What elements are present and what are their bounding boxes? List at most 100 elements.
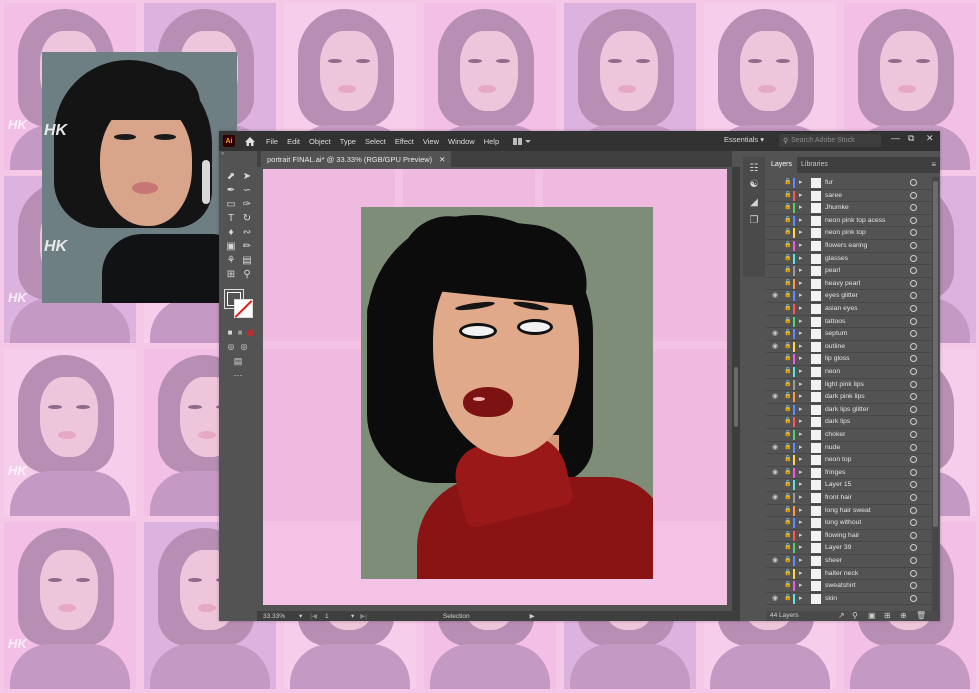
menu-help[interactable]: Help	[484, 137, 499, 146]
expand-arrow-icon[interactable]: ▸	[799, 241, 803, 251]
stock-search-input[interactable]: ⚲ Search Adobe Stock	[779, 134, 881, 147]
lock-icon[interactable]: 🔒	[784, 343, 791, 350]
locate-object-icon[interactable]: ⚲	[852, 611, 858, 621]
layer-row[interactable]: ◉ 🔒 ▸ eyes glitter	[766, 290, 932, 303]
layer-row[interactable]: 🔒 ▸ light pink lips	[766, 379, 932, 392]
layer-name[interactable]: outline	[825, 342, 845, 352]
none-mode-icon[interactable]: ▦	[244, 327, 256, 339]
layer-row[interactable]: ◉ 🔒 ▸ front hair	[766, 492, 932, 505]
symbol-sprayer-tool-icon[interactable]: ⚘	[225, 255, 237, 267]
expand-arrow-icon[interactable]: ▸	[799, 317, 803, 327]
canvas-vertical-scrollbar[interactable]	[732, 167, 740, 611]
lock-icon[interactable]: 🔒	[784, 381, 791, 388]
target-circle-icon[interactable]	[910, 443, 917, 451]
layer-name[interactable]: front hair	[825, 493, 852, 503]
visibility-eye-icon[interactable]	[772, 355, 780, 363]
target-circle-icon[interactable]	[910, 216, 917, 224]
target-circle-icon[interactable]	[910, 279, 917, 287]
layer-name[interactable]: asian eyes	[825, 304, 858, 314]
layer-row[interactable]: 🔒 ▸ halter neck	[766, 568, 932, 581]
next-artboard-icon[interactable]: ▶|	[360, 612, 367, 620]
layer-row[interactable]: 🔒 ▸ glasses	[766, 253, 932, 266]
expand-arrow-icon[interactable]: ▸	[799, 178, 803, 188]
layer-row[interactable]: 🔒 ▸ fur	[766, 177, 932, 190]
target-circle-icon[interactable]	[910, 519, 917, 527]
visibility-eye-icon[interactable]	[772, 381, 780, 389]
visibility-eye-icon[interactable]	[772, 456, 780, 464]
visibility-eye-icon[interactable]	[772, 570, 780, 578]
lock-icon[interactable]: 🔒	[784, 292, 791, 299]
expand-arrow-icon[interactable]: ▸	[799, 291, 803, 301]
expand-arrow-icon[interactable]: ▸	[799, 506, 803, 516]
layer-row[interactable]: 🔒 ▸ neon	[766, 366, 932, 379]
workspace-switcher[interactable]: Essentials ▾	[724, 135, 764, 144]
pen-tool-icon[interactable]: ✒	[225, 185, 237, 197]
lock-icon[interactable]: 🔒	[784, 204, 791, 211]
visibility-eye-icon[interactable]	[772, 368, 780, 376]
eyedropper-tool-icon[interactable]: ✏	[241, 241, 253, 253]
layer-row[interactable]: 🔒 ▸ Layer 39	[766, 542, 932, 555]
target-circle-icon[interactable]	[910, 242, 917, 249]
restore-button[interactable]: ⧉	[908, 133, 914, 144]
expand-arrow-icon[interactable]: ▸	[799, 203, 803, 213]
layers-panel-icon[interactable]: ◢	[748, 197, 760, 209]
lock-icon[interactable]: 🔒	[784, 456, 791, 463]
layer-name[interactable]: flowers earing	[825, 241, 867, 251]
visibility-eye-icon[interactable]	[772, 242, 780, 250]
layer-row[interactable]: 🔒 ▸ choker	[766, 429, 932, 442]
layer-name[interactable]: choker	[825, 430, 845, 440]
expand-arrow-icon[interactable]: ▸	[799, 493, 803, 503]
target-circle-icon[interactable]	[910, 330, 917, 338]
visibility-eye-icon[interactable]	[772, 582, 780, 590]
zoom-field[interactable]: 33.33%	[257, 613, 299, 620]
minimize-button[interactable]: —	[891, 133, 900, 143]
visibility-eye-icon[interactable]	[772, 318, 780, 326]
expand-arrow-icon[interactable]: ▸	[799, 342, 803, 352]
layer-name[interactable]: saree	[825, 191, 842, 201]
curvature-tool-icon[interactable]: ∽	[241, 185, 253, 197]
lock-icon[interactable]: 🔒	[784, 406, 791, 413]
layer-row[interactable]: 🔒 ▸ neon pink top	[766, 227, 932, 240]
target-circle-icon[interactable]	[910, 418, 917, 426]
layer-row[interactable]: 🔒 ▸ long without	[766, 517, 932, 530]
layer-row[interactable]: 🔒 ▸ dark lips glitter	[766, 404, 932, 417]
layer-row[interactable]: 🔒 ▸ tattoos	[766, 316, 932, 329]
layer-name[interactable]: lip gloss	[825, 354, 850, 364]
visibility-eye-icon[interactable]: ◉	[772, 330, 780, 338]
libraries-panel-icon[interactable]: ☯	[748, 179, 760, 191]
rotate-tool-icon[interactable]: ↻	[241, 213, 253, 225]
target-circle-icon[interactable]	[910, 292, 917, 300]
visibility-eye-icon[interactable]	[772, 406, 780, 414]
layer-name[interactable]: halter neck	[825, 569, 858, 579]
layers-scrollbar[interactable]	[932, 177, 939, 611]
layer-row[interactable]: 🔒 ▸ asian eyes	[766, 303, 932, 316]
target-circle-icon[interactable]	[910, 557, 917, 564]
visibility-eye-icon[interactable]	[772, 255, 780, 263]
stroke-swatch[interactable]	[234, 299, 253, 318]
layer-row[interactable]: 🔒 ▸ neon top	[766, 454, 932, 467]
layer-name[interactable]: flowing hair	[825, 531, 859, 541]
lock-icon[interactable]: 🔒	[784, 305, 791, 312]
visibility-eye-icon[interactable]	[772, 305, 780, 313]
target-circle-icon[interactable]	[910, 254, 917, 262]
expand-arrow-icon[interactable]: ▸	[799, 304, 803, 314]
expand-arrow-icon[interactable]: ▸	[799, 191, 803, 201]
visibility-eye-icon[interactable]: ◉	[772, 469, 780, 477]
lock-icon[interactable]: 🔒	[784, 595, 791, 602]
lock-icon[interactable]: 🔒	[784, 431, 791, 438]
direct-selection-tool-icon[interactable]: ➤	[241, 171, 253, 183]
layer-name[interactable]: sheer	[825, 556, 842, 566]
lock-icon[interactable]: 🔒	[784, 544, 791, 551]
selection-tool-icon[interactable]: ⬈	[225, 171, 237, 183]
status-menu-icon[interactable]: ▶	[530, 612, 535, 620]
lock-icon[interactable]: 🔒	[784, 255, 791, 262]
target-circle-icon[interactable]	[910, 305, 917, 312]
visibility-eye-icon[interactable]	[772, 418, 780, 426]
target-circle-icon[interactable]	[910, 380, 917, 388]
layer-name[interactable]: fur	[825, 178, 833, 188]
lock-icon[interactable]: 🔒	[784, 330, 791, 337]
visibility-eye-icon[interactable]	[772, 280, 780, 288]
properties-panel-icon[interactable]: ☷	[748, 163, 760, 175]
close-window-button[interactable]: ✕	[926, 133, 934, 144]
visibility-eye-icon[interactable]	[772, 229, 780, 237]
